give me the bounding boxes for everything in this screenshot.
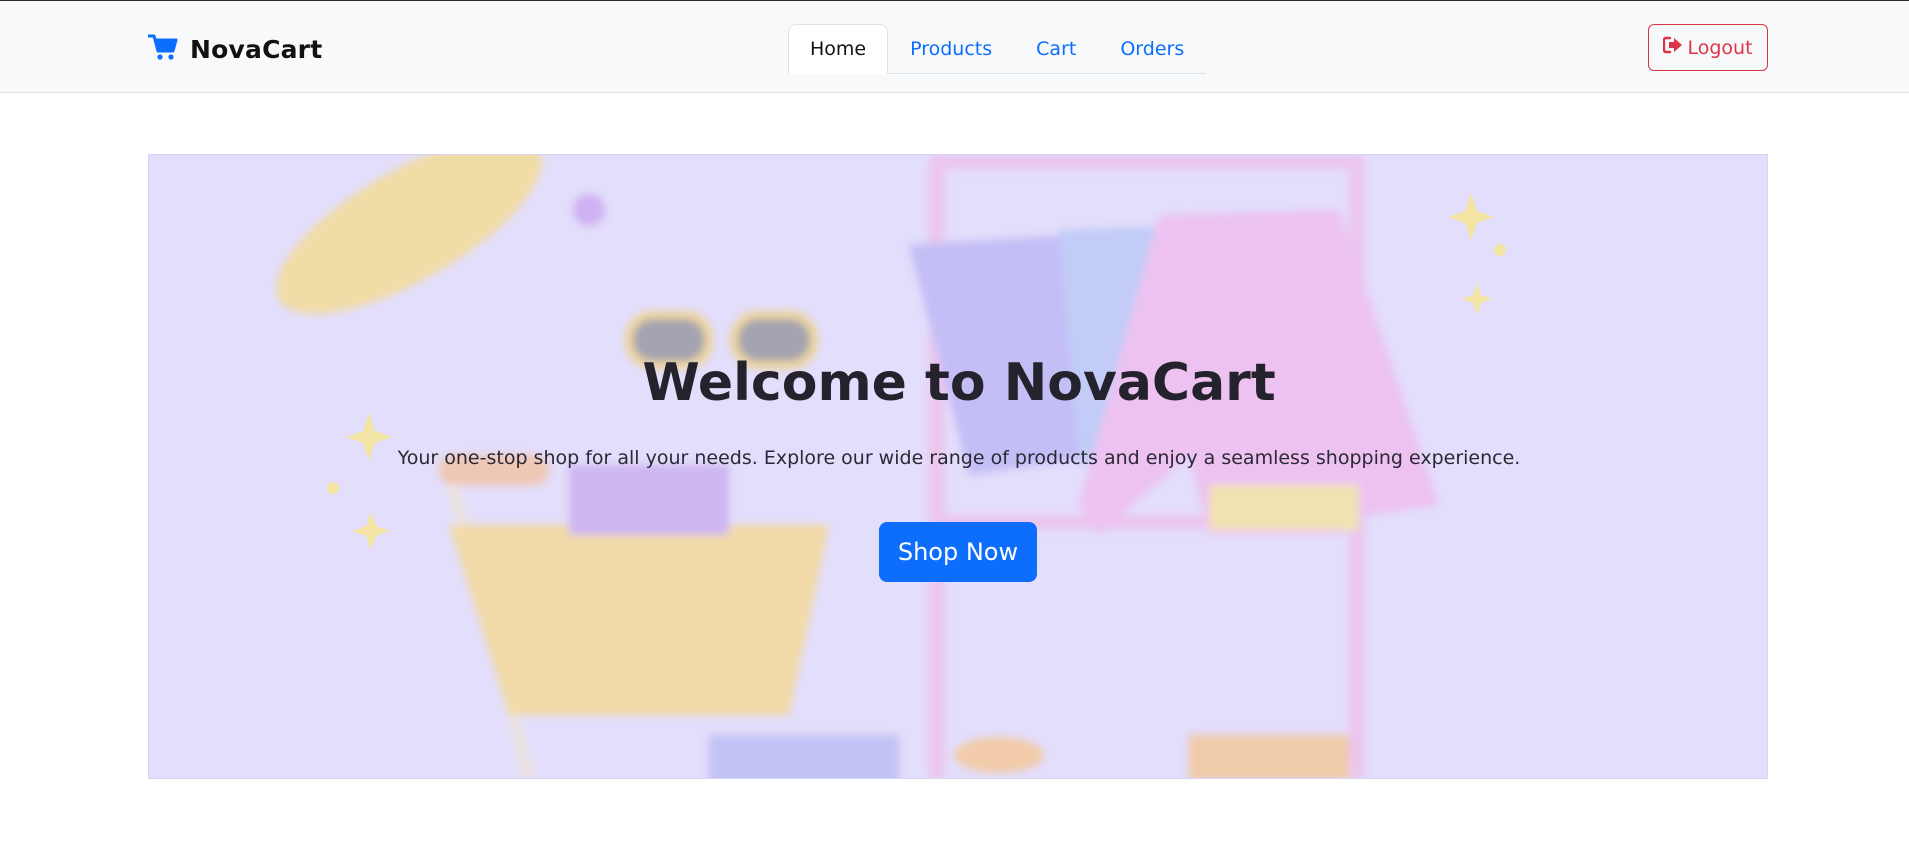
tab-cart[interactable]: Cart — [1014, 24, 1098, 74]
tab-products[interactable]: Products — [888, 24, 1014, 74]
brand-name: NovaCart — [190, 34, 323, 64]
cart-icon — [147, 33, 178, 65]
sign-out-icon — [1663, 36, 1683, 59]
shop-now-button[interactable]: Shop Now — [879, 522, 1037, 582]
hero-banner: Welcome to NovaCart Your one-stop shop f… — [148, 154, 1768, 779]
tab-orders[interactable]: Orders — [1098, 24, 1206, 74]
brand-link[interactable]: NovaCart — [147, 29, 323, 69]
tab-home[interactable]: Home — [788, 24, 889, 74]
logout-label: Logout — [1687, 36, 1753, 59]
logout-button[interactable]: Logout — [1648, 24, 1768, 71]
nav-tabs: Home Products Cart Orders — [788, 21, 1207, 74]
hero-content: Welcome to NovaCart Your one-stop shop f… — [149, 155, 1767, 778]
hero-subtitle: Your one-stop shop for all your needs. E… — [397, 447, 1521, 469]
navbar: NovaCart Home Products Cart Orders Logou… — [0, 1, 1909, 93]
hero-title: Welcome to NovaCart — [642, 353, 1276, 413]
